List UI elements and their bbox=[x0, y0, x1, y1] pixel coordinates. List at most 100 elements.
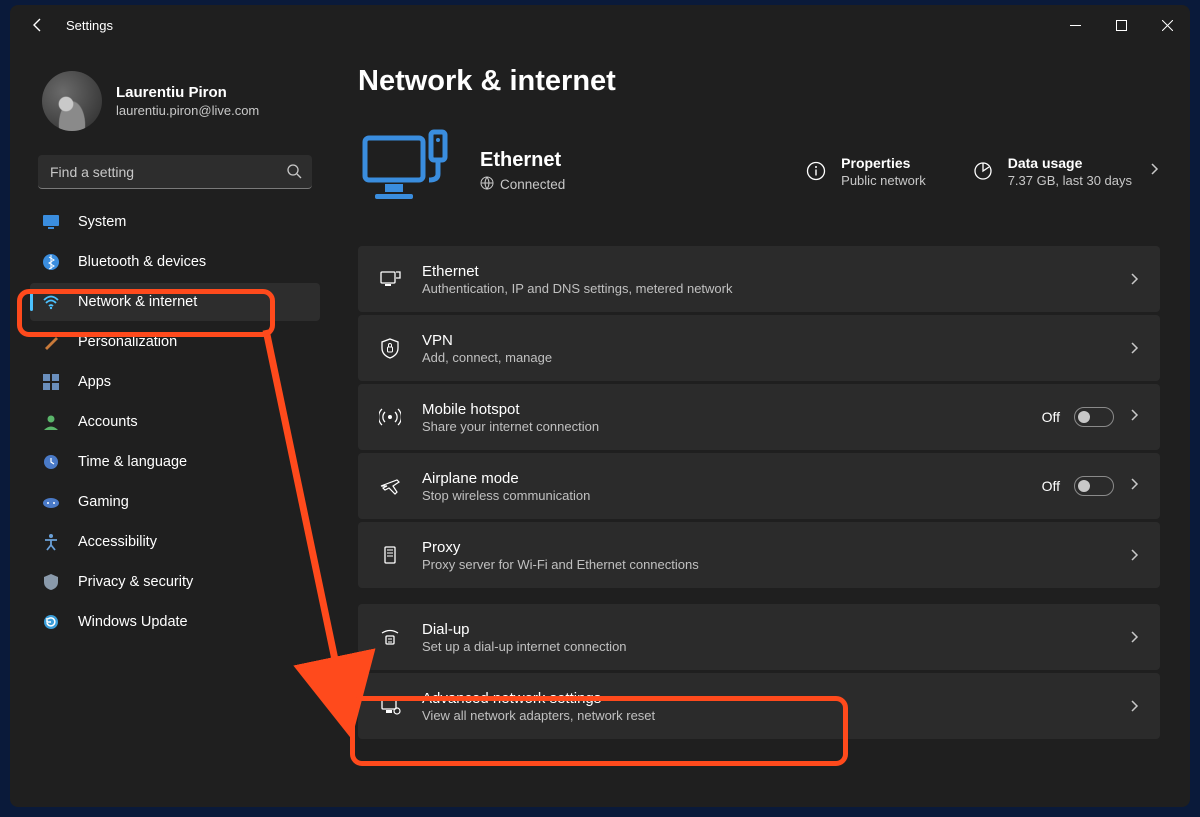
chevron-right-icon bbox=[1128, 342, 1140, 354]
row-sub: Add, connect, manage bbox=[422, 350, 1108, 365]
row-sub: Authentication, IP and DNS settings, met… bbox=[422, 281, 1108, 296]
pie-chart-icon bbox=[972, 160, 994, 182]
user-email: laurentiu.piron@live.com bbox=[116, 103, 259, 118]
main-content: Network & internet Ethernet bbox=[330, 45, 1190, 807]
settings-list: Ethernet Authentication, IP and DNS sett… bbox=[358, 246, 1160, 739]
page-title: Network & internet bbox=[358, 65, 1160, 98]
sidebar-item-label: System bbox=[78, 214, 126, 230]
row-sub: Stop wireless communication bbox=[422, 488, 1022, 503]
sidebar-item-label: Privacy & security bbox=[78, 574, 193, 590]
row-title: Dial-up bbox=[422, 621, 1108, 638]
row-dialup[interactable]: Dial-up Set up a dial-up internet connec… bbox=[358, 604, 1160, 670]
row-title: Advanced network settings bbox=[422, 690, 1108, 707]
back-button[interactable] bbox=[28, 15, 48, 35]
proxy-icon bbox=[378, 543, 402, 567]
sidebar-item-personalization[interactable]: Personalization bbox=[30, 323, 320, 361]
properties-sub: Public network bbox=[841, 173, 926, 188]
ethernet-icon bbox=[378, 267, 402, 291]
network-status-hero: Ethernet Connected Properties Public net… bbox=[358, 126, 1160, 216]
sidebar-item-label: Bluetooth & devices bbox=[78, 254, 206, 270]
monitor-icon bbox=[42, 213, 60, 231]
sidebar-item-network[interactable]: Network & internet bbox=[30, 283, 320, 321]
clock-icon bbox=[42, 453, 60, 471]
shield-icon bbox=[42, 573, 60, 591]
sidebar-item-apps[interactable]: Apps bbox=[30, 363, 320, 401]
row-sub: Share your internet connection bbox=[422, 419, 1022, 434]
connection-status: Connected bbox=[500, 177, 565, 192]
chevron-right-icon bbox=[1128, 549, 1140, 561]
sidebar-item-update[interactable]: Windows Update bbox=[30, 603, 320, 641]
usage-sub: 7.37 GB, last 30 days bbox=[1008, 173, 1132, 188]
gaming-icon bbox=[42, 493, 60, 511]
shield-lock-icon bbox=[378, 336, 402, 360]
close-button[interactable] bbox=[1144, 5, 1190, 45]
sidebar-item-label: Windows Update bbox=[78, 614, 188, 630]
hotspot-toggle[interactable] bbox=[1074, 407, 1114, 427]
row-ethernet[interactable]: Ethernet Authentication, IP and DNS sett… bbox=[358, 246, 1160, 312]
advanced-network-icon bbox=[378, 694, 402, 718]
usage-title: Data usage bbox=[1008, 155, 1132, 171]
sidebar-item-label: Accounts bbox=[78, 414, 138, 430]
window-title: Settings bbox=[66, 18, 113, 33]
properties-card[interactable]: Properties Public network bbox=[805, 155, 926, 188]
row-title: VPN bbox=[422, 332, 1108, 349]
sidebar-item-accessibility[interactable]: Accessibility bbox=[30, 523, 320, 561]
user-profile[interactable]: Laurentiu Piron laurentiu.piron@live.com bbox=[30, 55, 320, 155]
person-icon bbox=[42, 413, 60, 431]
search-input[interactable] bbox=[38, 155, 312, 189]
search-icon bbox=[286, 163, 302, 184]
brush-icon bbox=[42, 333, 60, 351]
row-sub: View all network adapters, network reset bbox=[422, 708, 1108, 723]
window-controls bbox=[1052, 5, 1190, 45]
titlebar: Settings bbox=[10, 5, 1190, 45]
accessibility-icon bbox=[42, 533, 60, 551]
avatar bbox=[42, 71, 102, 131]
row-title: Mobile hotspot bbox=[422, 401, 1022, 418]
connection-name: Ethernet bbox=[480, 149, 660, 172]
sidebar-item-label: Gaming bbox=[78, 494, 129, 510]
chevron-right-icon bbox=[1128, 408, 1140, 426]
arrow-left-icon bbox=[30, 17, 46, 33]
globe-icon bbox=[480, 176, 494, 193]
bluetooth-icon bbox=[42, 253, 60, 271]
chevron-right-icon bbox=[1128, 273, 1140, 285]
sidebar-item-system[interactable]: System bbox=[30, 203, 320, 241]
row-sub: Proxy server for Wi-Fi and Ethernet conn… bbox=[422, 557, 1108, 572]
row-airplane[interactable]: Airplane mode Stop wireless communicatio… bbox=[358, 453, 1160, 519]
row-vpn[interactable]: VPN Add, connect, manage bbox=[358, 315, 1160, 381]
properties-title: Properties bbox=[841, 155, 926, 171]
toggle-state-label: Off bbox=[1042, 409, 1060, 425]
sidebar-item-label: Accessibility bbox=[78, 534, 157, 550]
search-box bbox=[38, 155, 312, 189]
row-sub: Set up a dial-up internet connection bbox=[422, 639, 1108, 654]
hotspot-icon bbox=[378, 405, 402, 429]
sidebar-item-label: Personalization bbox=[78, 334, 177, 350]
row-title: Airplane mode bbox=[422, 470, 1022, 487]
data-usage-card[interactable]: Data usage 7.37 GB, last 30 days bbox=[972, 155, 1160, 188]
row-title: Ethernet bbox=[422, 263, 1108, 280]
settings-window: Settings Laurentiu Piron laurentiu.piron… bbox=[10, 5, 1190, 807]
sidebar-item-label: Time & language bbox=[78, 454, 187, 470]
chevron-right-icon bbox=[1148, 162, 1160, 180]
row-title: Proxy bbox=[422, 539, 1108, 556]
maximize-button[interactable] bbox=[1098, 5, 1144, 45]
sidebar-item-label: Network & internet bbox=[78, 294, 197, 310]
row-proxy[interactable]: Proxy Proxy server for Wi-Fi and Etherne… bbox=[358, 522, 1160, 588]
row-advanced[interactable]: Advanced network settings View all netwo… bbox=[358, 673, 1160, 739]
computer-network-icon bbox=[358, 126, 456, 216]
sidebar-item-accounts[interactable]: Accounts bbox=[30, 403, 320, 441]
airplane-icon bbox=[378, 474, 402, 498]
nav-list: System Bluetooth & devices Network & int… bbox=[30, 203, 320, 641]
info-icon bbox=[805, 160, 827, 182]
airplane-toggle[interactable] bbox=[1074, 476, 1114, 496]
sidebar-item-label: Apps bbox=[78, 374, 111, 390]
chevron-right-icon bbox=[1128, 700, 1140, 712]
sidebar-item-time[interactable]: Time & language bbox=[30, 443, 320, 481]
sidebar-item-bluetooth[interactable]: Bluetooth & devices bbox=[30, 243, 320, 281]
update-icon bbox=[42, 613, 60, 631]
sidebar-item-privacy[interactable]: Privacy & security bbox=[30, 563, 320, 601]
minimize-button[interactable] bbox=[1052, 5, 1098, 45]
sidebar-item-gaming[interactable]: Gaming bbox=[30, 483, 320, 521]
row-hotspot[interactable]: Mobile hotspot Share your internet conne… bbox=[358, 384, 1160, 450]
toggle-state-label: Off bbox=[1042, 478, 1060, 494]
